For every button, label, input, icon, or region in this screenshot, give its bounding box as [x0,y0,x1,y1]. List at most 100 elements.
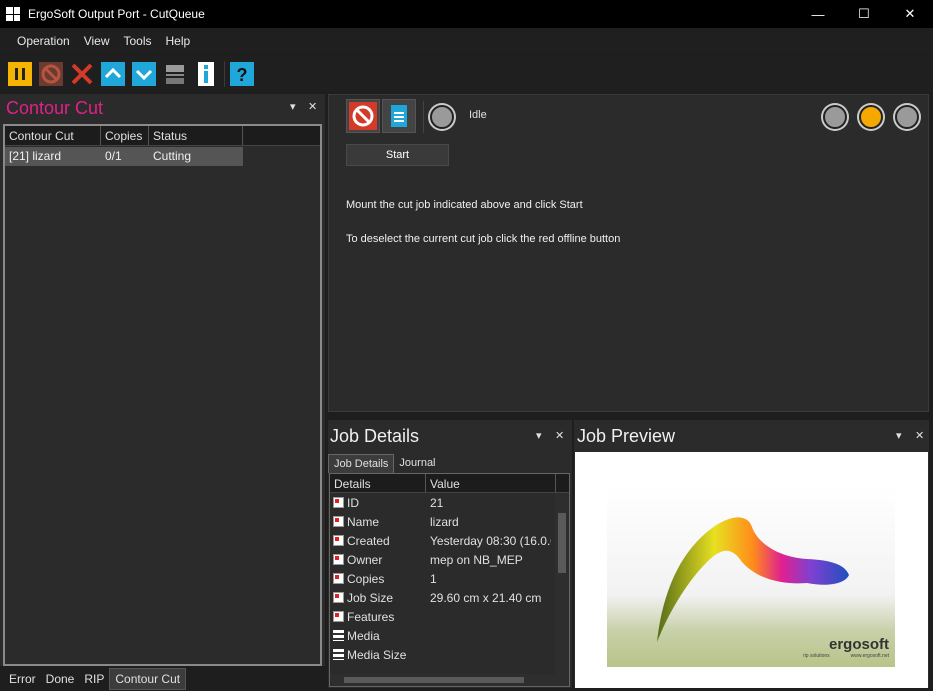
tab-contour-cut[interactable]: Contour Cut [109,667,187,690]
start-button[interactable]: Start [346,144,449,166]
column-header-copies[interactable]: Copies [101,126,149,145]
detail-key: Name [347,514,380,529]
panel-close-icon[interactable]: ✕ [308,100,317,113]
prop-icon [333,611,344,622]
menu-help[interactable]: Help [159,34,198,48]
offline-button[interactable] [38,61,64,87]
deselect-text: To deselect the current cut job click th… [346,233,621,245]
detail-value: 21 [430,495,444,510]
menu-operation[interactable]: Operation [10,34,77,48]
info-button[interactable] [193,61,219,87]
detail-key: Job Size [347,590,394,605]
move-up-icon [101,62,125,86]
details-row[interactable]: Features [330,607,569,626]
list-icon [333,649,344,660]
prop-icon [333,573,344,584]
tab-done[interactable]: Done [41,669,80,689]
detail-key: Owner [347,552,383,567]
close-button[interactable]: ✕ [887,0,933,28]
job-preview-title: Job Preview [577,425,676,446]
delete-button[interactable] [69,61,95,87]
job-details-title: Job Details [330,425,420,446]
detail-value: mep on NB_MEP [430,552,523,567]
minimize-button[interactable]: — [795,0,841,28]
maximize-button[interactable]: ☐ [841,0,887,28]
svg-text:?: ? [237,65,248,85]
brand-logo: ergosoft [829,636,889,653]
job-preview-panel: Job Preview ▾ ✕ ergosoft rip solutions w… [574,420,929,688]
cut-job-button[interactable] [382,99,416,133]
status-text: Idle [469,109,487,121]
contour-cut-panel: Contour Cut ▾ ✕ Contour Cut Copies Statu… [0,94,325,666]
move-up-button[interactable] [100,61,126,87]
move-down-icon [132,62,156,86]
title-bar: ErgoSoft Output Port - CutQueue — ☐ ✕ [0,0,933,28]
toolbar-separator [224,61,225,87]
panel-close-icon[interactable]: ✕ [915,429,924,442]
offline-icon [349,102,377,130]
panel-close-icon[interactable]: ✕ [555,429,564,442]
column-header-value[interactable]: Value [426,474,556,492]
separator [423,101,424,133]
detail-key: Media Size [347,647,407,662]
tab-rip[interactable]: RIP [79,669,109,689]
details-row[interactable]: Job Size 29.60 cm x 21.40 cm [330,588,569,607]
details-row[interactable]: Media Size [330,645,569,664]
move-down-button[interactable] [131,61,157,87]
instruction-text: Mount the cut job indicated above and cl… [346,199,583,211]
contour-cut-title: Contour Cut [6,97,104,118]
tab-job-details[interactable]: Job Details [328,454,395,473]
cut-control-panel: Idle Start Mount the cut job indicated a… [328,94,929,412]
column-header-status[interactable]: Status [149,126,243,145]
details-row[interactable]: Created Yesterday 08:30 (16.0.0. [330,531,569,550]
brand-url: www.ergosoft.net [850,653,889,659]
detail-value: 29.60 cm x 21.40 cm [430,590,542,605]
table-row[interactable]: [21] lizard 0/1 Cutting [5,147,243,166]
document-icon [391,105,407,127]
detail-value: Yesterday 08:30 (16.0.0. [430,533,551,548]
detail-key: Features [347,609,395,624]
details-row[interactable]: Media [330,626,569,645]
menu-tools[interactable]: Tools [117,34,159,48]
prop-icon [333,554,344,565]
brand-subtitle: rip solutions [803,653,830,659]
info-icon [198,62,214,86]
details-row[interactable]: ID 21 [330,493,569,512]
details-row[interactable]: Owner mep on NB_MEP [330,550,569,569]
horizontal-scrollbar[interactable] [330,674,556,686]
menu-view[interactable]: View [77,34,117,48]
panel-menu-icon[interactable]: ▾ [536,429,542,442]
cutter-button[interactable] [162,61,188,87]
prop-icon [333,592,344,603]
details-grid[interactable]: Details Value ID 21 Name lizard Created Yeste… [329,473,570,687]
column-header-details[interactable]: Details [330,474,426,492]
column-header-contour-cut[interactable]: Contour Cut [5,126,101,145]
panel-menu-icon[interactable]: ▾ [290,100,296,113]
help-button[interactable]: ? [229,61,255,87]
pause-icon [8,62,32,86]
offline-big-button[interactable] [346,99,380,133]
toolbar: ? [0,56,933,92]
indicator-light-3 [895,105,919,129]
status-light [430,105,454,129]
detail-key: ID [347,495,359,510]
cutter-icon [166,65,184,84]
prop-icon [333,535,344,546]
prop-icon [333,516,344,527]
detail-value: 1 [430,571,437,586]
detail-key: Media [347,628,380,643]
details-row[interactable]: Name lizard [330,512,569,531]
menu-bar: Operation View Tools Help [0,28,933,54]
tab-journal[interactable]: Journal [394,454,440,473]
vertical-scrollbar[interactable] [555,493,569,686]
bottom-tabs: Error Done RIP Contour Cut [0,666,325,691]
job-details-panel: Job Details ▾ ✕ Job Details Journal Deta… [328,420,572,688]
window-title: ErgoSoft Output Port - CutQueue [28,7,205,21]
pause-button[interactable] [7,61,33,87]
panel-menu-icon[interactable]: ▾ [896,429,902,442]
tab-error[interactable]: Error [4,669,41,689]
prop-icon [333,497,344,508]
job-name: [21] lizard [9,149,62,163]
details-row[interactable]: Copies 1 [330,569,569,588]
cut-job-list[interactable]: Contour Cut Copies Status [21] lizard 0/… [3,124,322,666]
